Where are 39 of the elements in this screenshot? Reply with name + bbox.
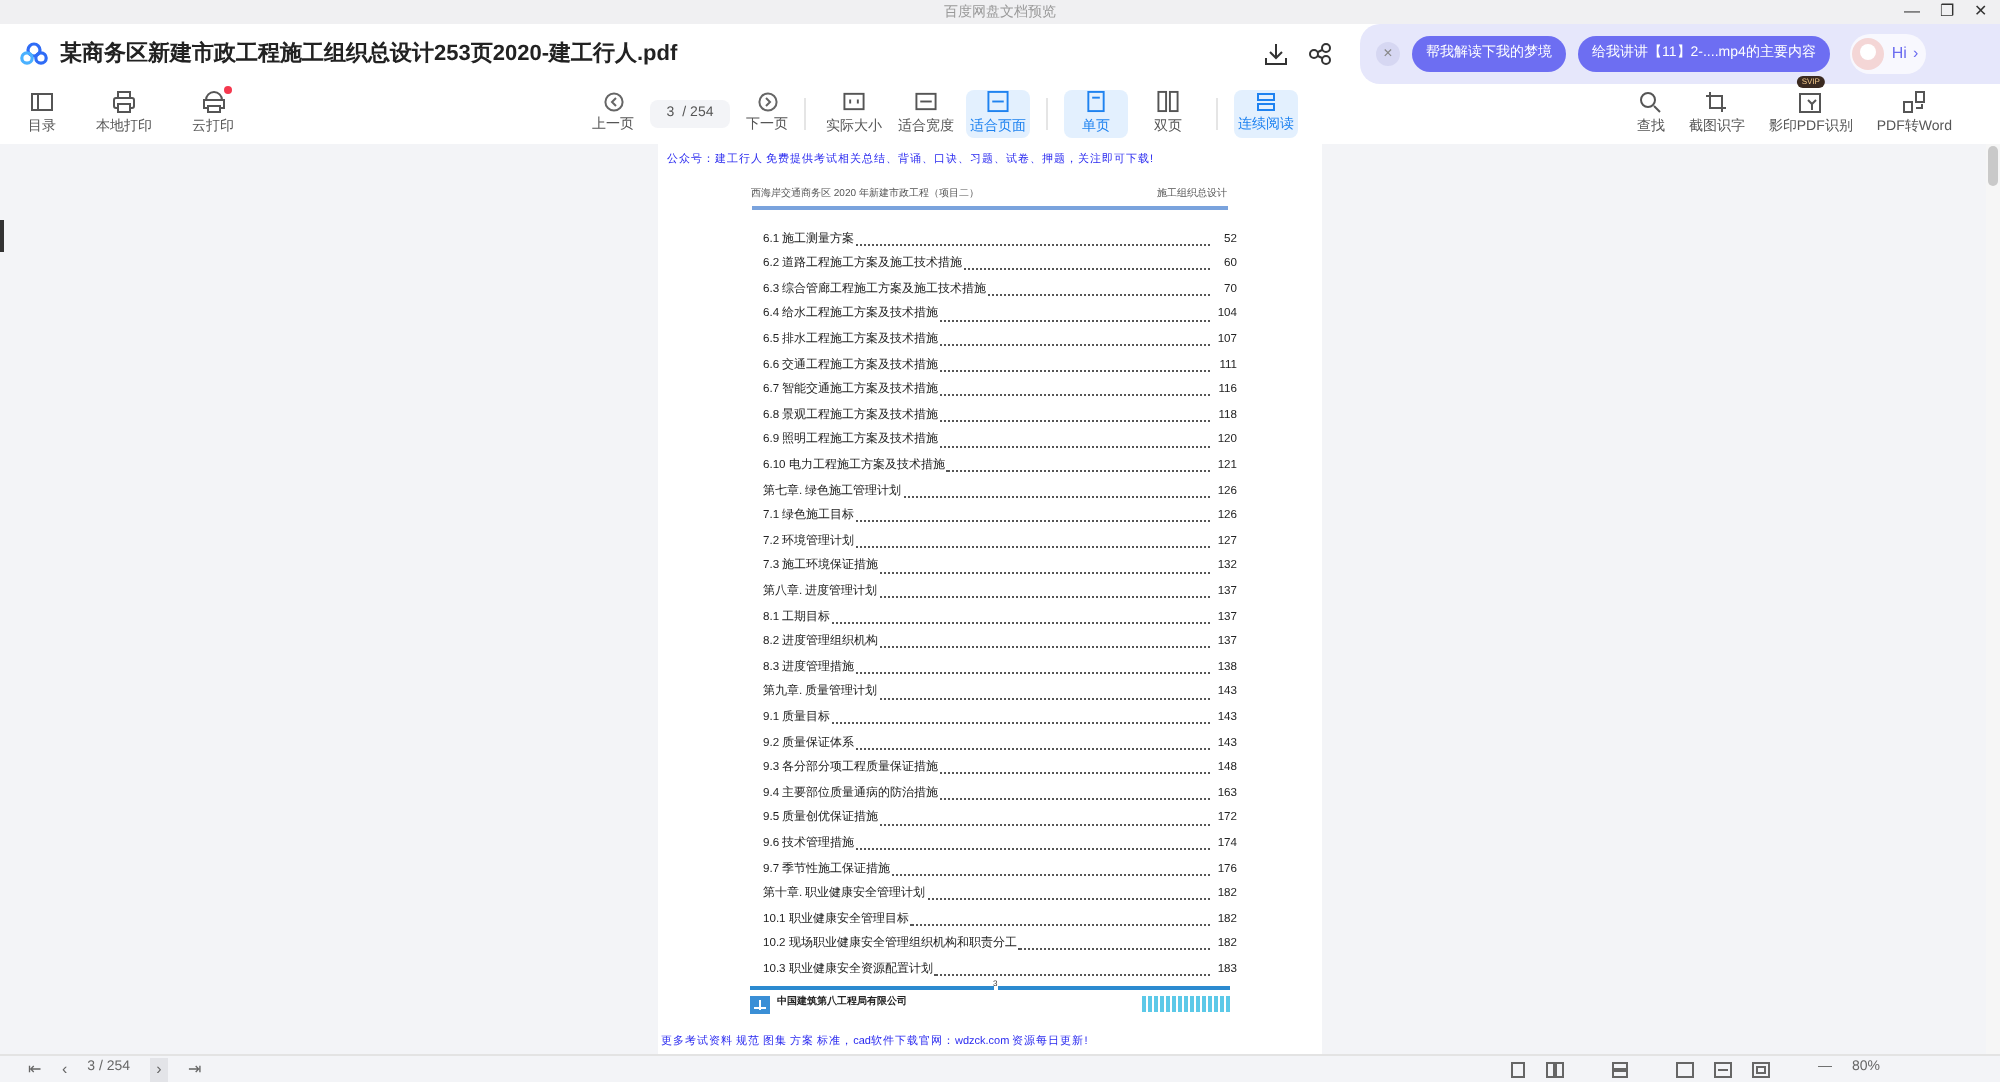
cloud-logo-icon [20, 42, 48, 66]
arrow-label: › [1912, 42, 1919, 66]
company-logo-icon [749, 995, 769, 1014]
assistant-button[interactable]: Hi › [1849, 34, 1927, 74]
crop-icon [1704, 89, 1729, 114]
left-chevron-icon [603, 91, 623, 112]
double-page-icon[interactable] [1545, 1061, 1564, 1077]
outline-icon [30, 89, 54, 114]
window-control-button[interactable]: ❐ [1940, 4, 1954, 20]
greeting-label: Hi [1891, 42, 1907, 66]
previous-page-button[interactable]: ‹ [62, 1057, 68, 1081]
continuous-icon[interactable] [1611, 1061, 1628, 1077]
actual-size-icon [842, 90, 866, 113]
first-page-button[interactable]: ⇤ [28, 1057, 42, 1081]
download-icon[interactable] [1264, 42, 1288, 66]
printer-icon [112, 89, 136, 114]
search-icon [1638, 89, 1663, 114]
actual-size-icon[interactable] [1675, 1061, 1694, 1077]
scan-icon [1798, 89, 1823, 114]
scrollbar-thumb[interactable] [1988, 146, 1998, 186]
convert-icon [1902, 89, 1927, 114]
continuous-icon [1256, 91, 1276, 112]
window-control-button[interactable]: — [1904, 4, 1920, 20]
printer-icon [201, 89, 225, 114]
share-icon[interactable] [1308, 42, 1332, 66]
avatar-icon [1849, 36, 1886, 72]
fit-page-icon[interactable] [1751, 1061, 1770, 1077]
fit-page-icon [986, 90, 1010, 113]
window-control-button[interactable]: ✕ [1974, 4, 1988, 20]
file-title: 某商务区新建市政工程施工组织总设计253页2020-建工行人.pdf [60, 39, 678, 70]
last-page-button[interactable]: ⇥ [187, 1057, 202, 1081]
fit-width-icon[interactable] [1713, 1061, 1732, 1077]
fit-width-icon [914, 90, 938, 113]
right-chevron-icon [757, 91, 777, 112]
pattern-drawing [1141, 996, 1229, 1013]
double-page-icon [1156, 90, 1180, 113]
single-page-icon[interactable] [1509, 1061, 1526, 1077]
single-page-icon [1084, 90, 1108, 113]
next-page-button[interactable]: › [150, 1057, 168, 1081]
